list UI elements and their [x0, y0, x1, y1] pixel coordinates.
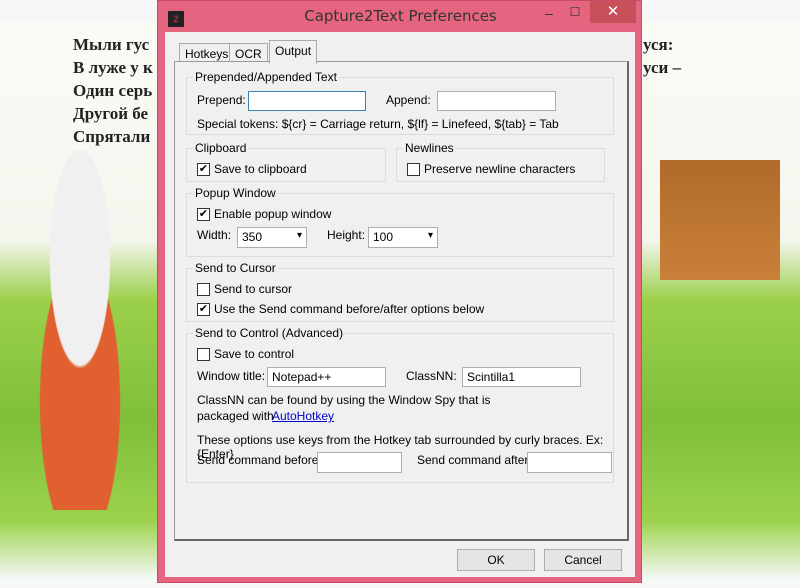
- save-to-clipboard-checkbox[interactable]: ✔ Save to clipboard: [197, 162, 307, 176]
- checkbox-label: Enable popup window: [214, 207, 332, 221]
- classnn-input[interactable]: Scintilla1: [462, 367, 581, 387]
- checkbox-unchecked-icon: [197, 282, 210, 296]
- checkbox-checked-icon: ✔: [197, 162, 210, 176]
- classnn-label: ClassNN:: [406, 369, 457, 383]
- prepend-group: Prepended/Appended Text Prepend: Append:…: [186, 70, 614, 135]
- group-label: Prepended/Appended Text: [193, 70, 339, 84]
- cancel-button[interactable]: Cancel: [544, 549, 622, 571]
- checkbox-unchecked-icon: [407, 162, 420, 176]
- width-value: 350: [242, 230, 263, 244]
- newlines-group: Newlines Preserve newline characters: [396, 141, 605, 182]
- group-label: Clipboard: [193, 141, 249, 155]
- checkbox-label: Use the Send command before/after option…: [214, 302, 485, 316]
- checkbox-label: Preserve newline characters: [424, 162, 576, 176]
- popup-window-group: Popup Window ✔ Enable popup window Width:…: [186, 186, 614, 257]
- window-title-label: Window title:: [197, 369, 266, 383]
- send-before-input[interactable]: [317, 452, 402, 473]
- poem-text-left: Мыли гус В луже у к Один серь Другой бе …: [73, 33, 153, 148]
- maximize-button[interactable]: ☐: [564, 5, 586, 25]
- checkbox-checked-icon: ✔: [197, 302, 210, 316]
- dialog-client: Hotkeys OCR Output Prepended/Appended Te…: [165, 32, 635, 577]
- close-button[interactable]: ✕: [590, 1, 636, 23]
- save-to-control-checkbox[interactable]: Save to control: [197, 347, 294, 361]
- autohotkey-link[interactable]: AutoHotkey: [272, 409, 334, 423]
- tab-output[interactable]: Output: [269, 40, 318, 64]
- ok-button[interactable]: OK: [457, 549, 535, 571]
- use-send-command-checkbox[interactable]: ✔ Use the Send command before/after optio…: [197, 302, 484, 316]
- checkbox-label: Save to control: [214, 347, 295, 361]
- classnn-help-text: packaged with: [197, 409, 274, 423]
- poem-line: В луже у к: [73, 58, 153, 77]
- send-after-label: Send command after:: [417, 453, 532, 467]
- clipboard-group: Clipboard ✔ Save to clipboard: [186, 141, 386, 182]
- height-label: Height:: [327, 228, 366, 242]
- output-tab-panel: Prepended/Appended Text Prepend: Append:…: [174, 61, 629, 541]
- poem-text-right: уся: уси –: [643, 33, 681, 79]
- chevron-down-icon: ▾: [427, 230, 433, 241]
- group-label: Newlines: [403, 141, 456, 155]
- house-illustration: [660, 160, 780, 280]
- width-select[interactable]: 350 ▾: [237, 227, 307, 248]
- poem-line: Спрятали: [73, 127, 151, 146]
- preferences-dialog: 2 Capture2Text Preferences ‒ ☐ ✕ Hotkeys…: [157, 0, 642, 583]
- chevron-down-icon: ▾: [296, 230, 302, 241]
- poem-line: Один серь: [73, 81, 153, 100]
- checkbox-label: Send to cursor: [214, 282, 293, 296]
- minimize-button[interactable]: ‒: [538, 5, 560, 25]
- group-label: Send to Cursor: [193, 261, 278, 275]
- send-to-control-group: Send to Control (Advanced) Save to contr…: [186, 326, 614, 483]
- prepend-input[interactable]: [248, 91, 366, 111]
- group-label: Send to Control (Advanced): [193, 326, 346, 340]
- window-title-input[interactable]: Notepad++: [267, 367, 386, 387]
- group-label: Popup Window: [193, 186, 278, 200]
- checkbox-label: Save to clipboard: [214, 162, 307, 176]
- poem-line: Другой бе: [73, 104, 149, 123]
- height-select[interactable]: 100 ▾: [368, 227, 438, 248]
- enable-popup-checkbox[interactable]: ✔ Enable popup window: [197, 207, 331, 221]
- poem-line: уся:: [643, 35, 674, 54]
- preserve-newlines-checkbox[interactable]: Preserve newline characters: [407, 162, 575, 176]
- prepend-label: Prepend:: [197, 93, 246, 107]
- send-to-cursor-checkbox[interactable]: Send to cursor: [197, 282, 292, 296]
- send-after-input[interactable]: [527, 452, 612, 473]
- width-label: Width:: [197, 228, 232, 242]
- poem-line: уси –: [643, 58, 682, 77]
- height-value: 100: [373, 230, 394, 244]
- checkbox-checked-icon: ✔: [197, 207, 210, 221]
- goose-illustration: [10, 150, 150, 510]
- send-before-label: Send command before:: [197, 453, 322, 467]
- append-label: Append:: [386, 93, 431, 107]
- append-input[interactable]: [437, 91, 556, 111]
- checkbox-unchecked-icon: [197, 347, 210, 361]
- special-tokens-text: Special tokens: ${cr} = Carriage return,…: [197, 117, 559, 131]
- classnn-help-text: ClassNN can be found by using the Window…: [197, 393, 491, 407]
- poem-line: Мыли гус: [73, 35, 150, 54]
- send-to-cursor-group: Send to Cursor Send to cursor ✔ Use the S…: [186, 261, 614, 322]
